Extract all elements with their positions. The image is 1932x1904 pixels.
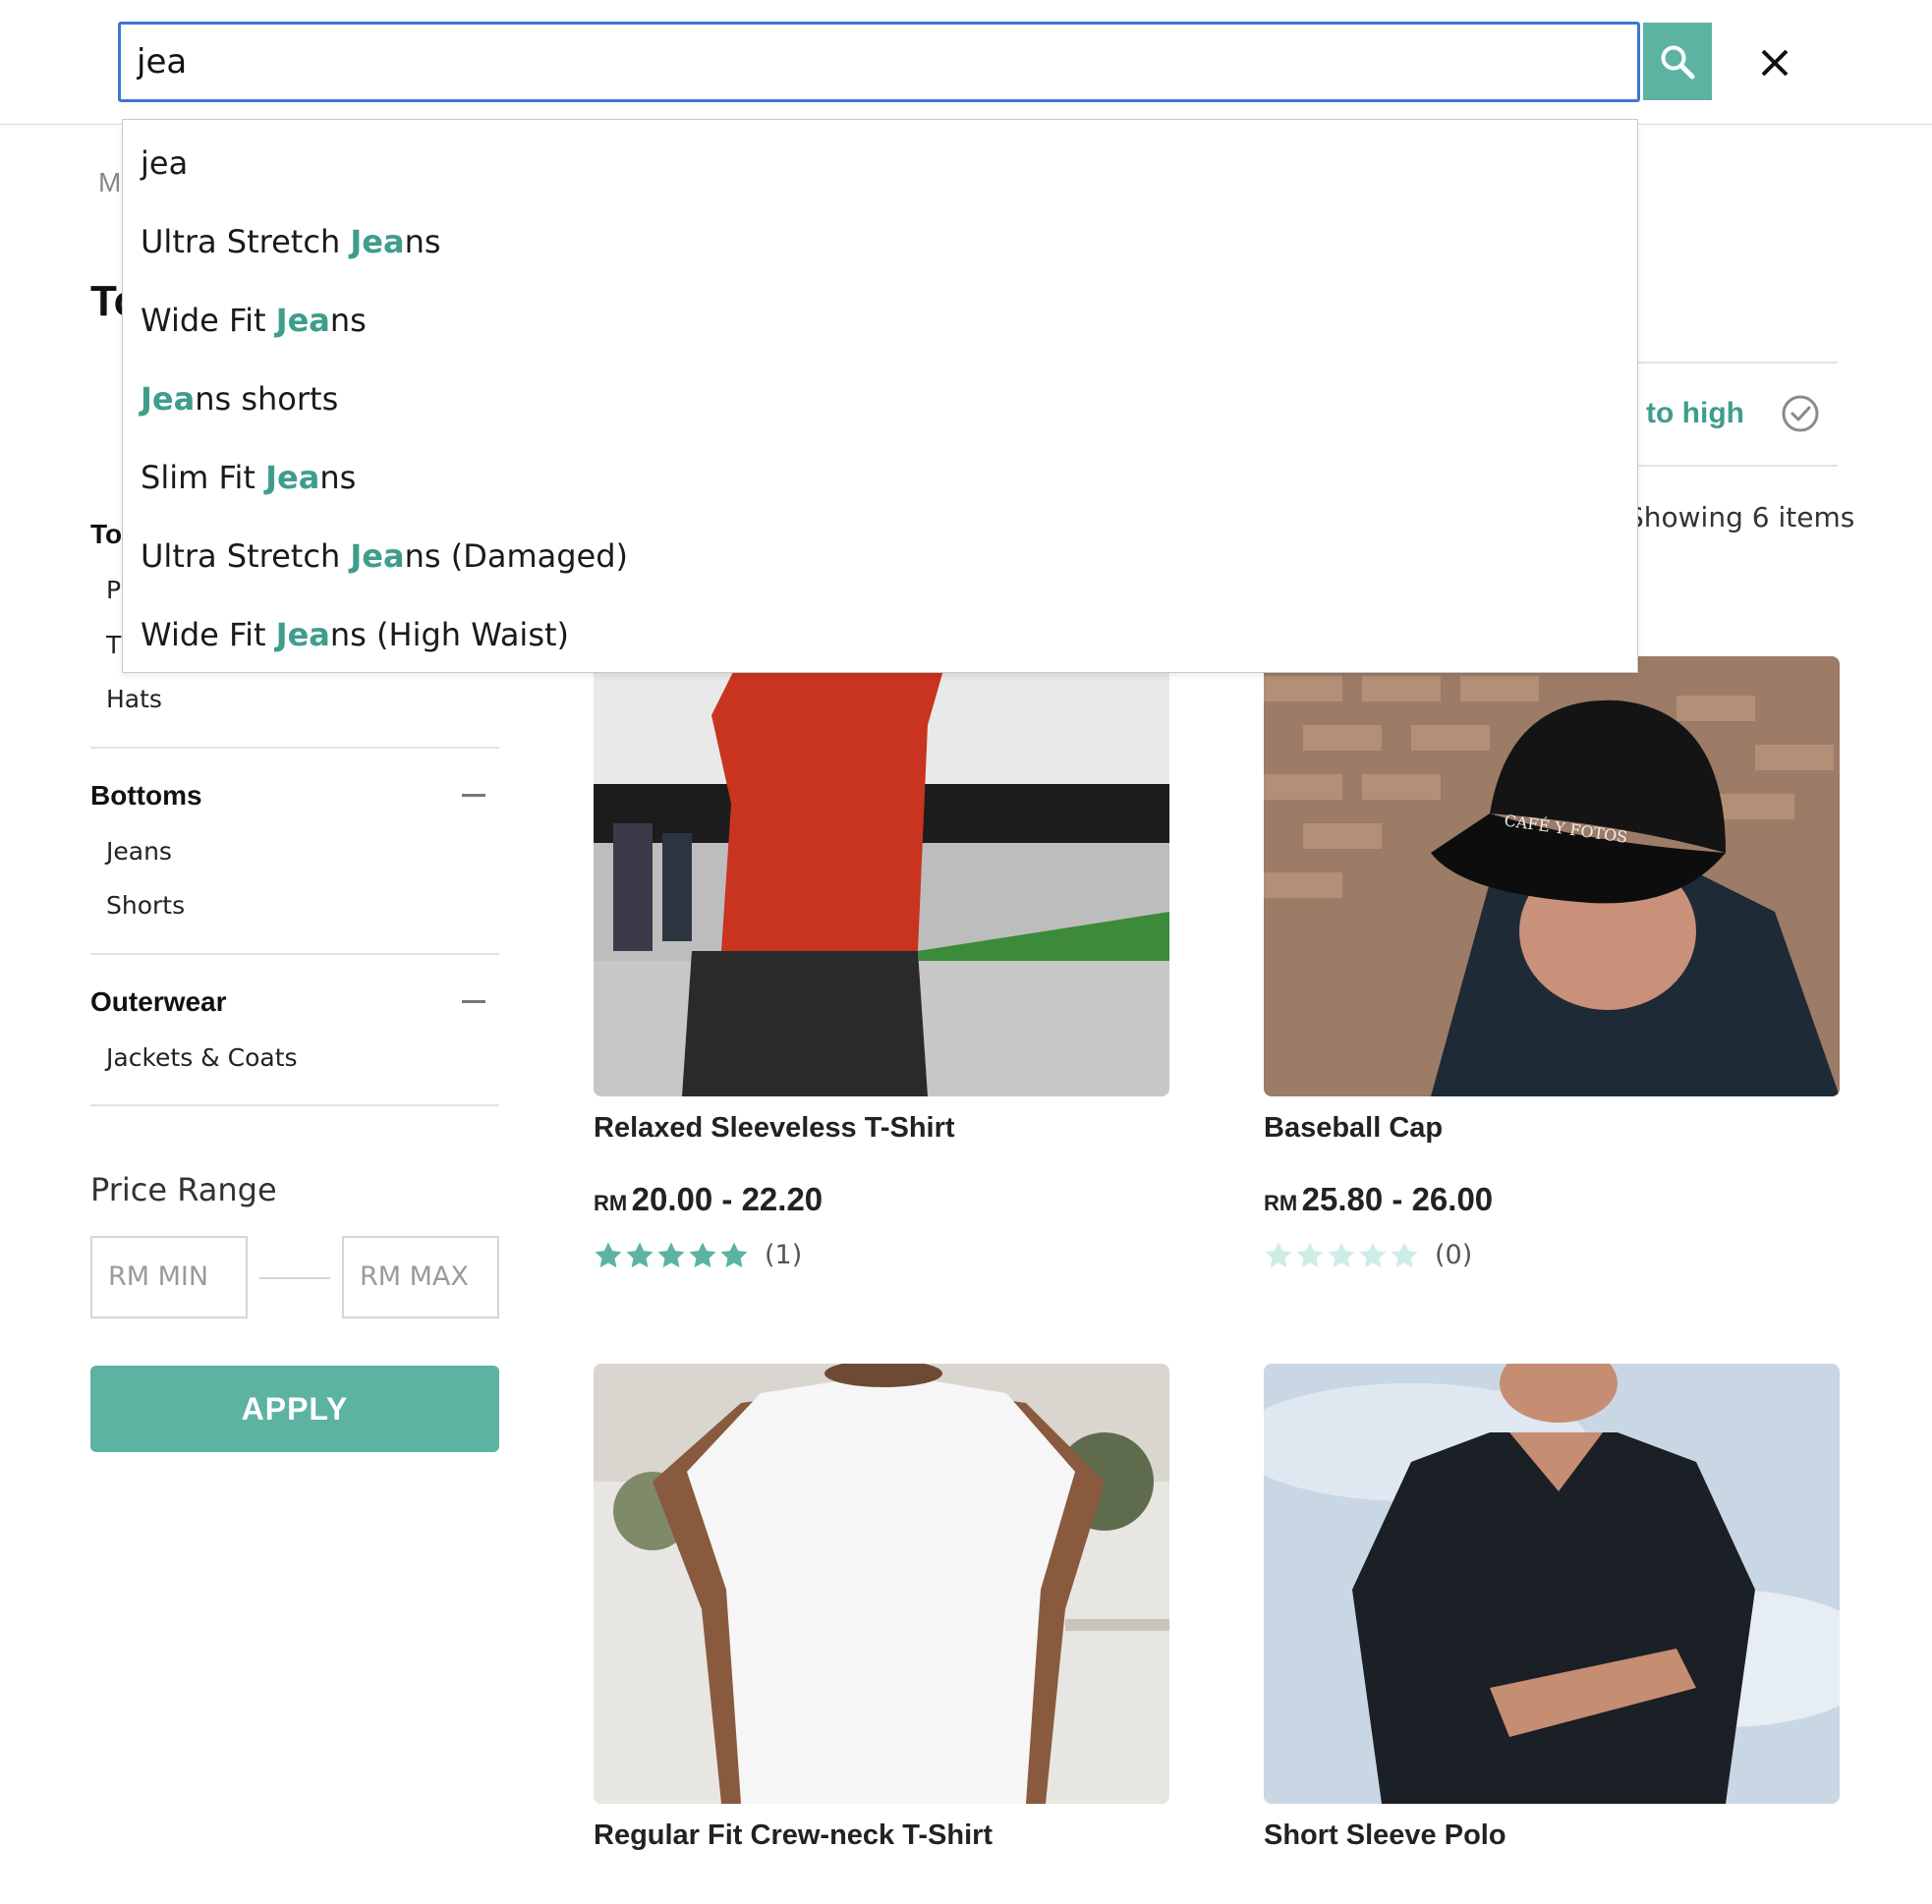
suggestion-text: jea — [141, 144, 189, 182]
category-item-hats[interactable]: Hats — [106, 685, 162, 713]
suggestion-match-highlight: Jea — [350, 223, 405, 260]
star-icon — [657, 1242, 685, 1267]
price-max-input[interactable]: RM MAX — [342, 1236, 499, 1318]
product-image[interactable] — [594, 1364, 1169, 1804]
price-min-input[interactable]: RM MIN — [90, 1236, 248, 1318]
product-rating: (1) — [594, 1240, 802, 1270]
category-item-jeans[interactable]: Jeans — [106, 837, 172, 866]
category-title-bottoms[interactable]: Bottoms — [90, 780, 202, 812]
divider — [90, 953, 499, 955]
sort-option-price-low-to-high[interactable]: v to high — [1621, 397, 1744, 430]
suggestion-text: Wide Fit — [141, 616, 276, 653]
currency-label: RM — [1264, 1191, 1298, 1215]
category-item-shorts[interactable]: Shorts — [106, 891, 185, 920]
suggestion-text: ns — [319, 459, 357, 496]
suggestion-text: Ultra Stretch — [141, 537, 351, 575]
product-price: RM 25.80 - 26.00 — [1264, 1181, 1493, 1218]
star-icon — [1391, 1242, 1418, 1267]
minus-icon[interactable] — [462, 1000, 485, 1003]
breadcrumb[interactable]: M — [98, 167, 121, 198]
product-image[interactable] — [594, 656, 1169, 1096]
category-title-tops[interactable]: To — [90, 519, 122, 550]
product-name[interactable]: Short Sleeve Polo — [1264, 1820, 1506, 1852]
price-range-title: Price Range — [90, 1171, 277, 1208]
star-icon — [626, 1242, 653, 1267]
divider — [90, 1104, 499, 1106]
suggestion-text: Slim Fit — [141, 459, 266, 496]
suggestion-text: ns — [404, 223, 441, 260]
category-item-jackets-coats[interactable]: Jackets & Coats — [106, 1043, 298, 1072]
search-suggestions-dropdown: jea Ultra Stretch Jeans Wide Fit Jeans J… — [122, 119, 1638, 673]
star-icon — [720, 1242, 748, 1267]
suggestion-match-highlight: Jea — [275, 616, 330, 653]
star-icon — [1359, 1242, 1387, 1267]
divider — [90, 747, 499, 749]
minus-icon[interactable] — [462, 794, 485, 797]
suggestion-match-highlight: Jea — [350, 537, 405, 575]
suggestion-item[interactable]: Wide Fit Jeans — [141, 291, 367, 350]
search-input[interactable] — [118, 22, 1640, 102]
product-price: RM 20.00 - 22.20 — [594, 1181, 823, 1218]
star-icon — [1265, 1242, 1292, 1267]
suggestion-match-highlight: Jea — [275, 302, 330, 339]
suggestion-text: ns (High Waist) — [329, 616, 570, 653]
apply-button[interactable]: APPLY — [90, 1366, 499, 1452]
product-name[interactable]: Regular Fit Crew-neck T-Shirt — [594, 1820, 993, 1852]
suggestion-text: ns shorts — [195, 380, 339, 418]
check-circle-icon[interactable] — [1781, 394, 1820, 433]
suggestion-item[interactable]: Jeans shorts — [141, 369, 338, 428]
search-button[interactable] — [1643, 23, 1712, 100]
product-name[interactable]: Baseball Cap — [1264, 1112, 1443, 1145]
suggestion-item[interactable]: jea — [141, 134, 188, 193]
suggestion-match-highlight: Jea — [265, 459, 320, 496]
product-image[interactable] — [1264, 1364, 1840, 1804]
suggestion-item[interactable]: Ultra Stretch Jeans (Damaged) — [141, 527, 628, 586]
product-rating: (0) — [1264, 1240, 1472, 1270]
product-name[interactable]: Relaxed Sleeveless T-Shirt — [594, 1112, 955, 1145]
product-image[interactable]: CAFÉ Y FOTOS — [1264, 656, 1840, 1096]
suggestion-text: ns (Damaged) — [404, 537, 629, 575]
price-separator — [259, 1277, 330, 1279]
search-icon — [1661, 45, 1695, 79]
currency-label: RM — [594, 1191, 628, 1215]
star-icon — [1296, 1242, 1324, 1267]
close-icon — [1761, 49, 1789, 77]
star-icon — [1328, 1242, 1355, 1267]
price-value: 20.00 - 22.20 — [631, 1181, 824, 1217]
suggestion-text: Wide Fit — [141, 302, 276, 339]
search-header — [0, 0, 1932, 125]
divider — [1635, 362, 1838, 364]
category-title-outerwear[interactable]: Outerwear — [90, 986, 227, 1018]
results-count: Showing 6 items — [1626, 501, 1855, 533]
suggestion-text: Ultra Stretch — [141, 223, 351, 260]
suggestion-text: ns — [329, 302, 367, 339]
suggestion-item[interactable]: Slim Fit Jeans — [141, 448, 356, 507]
category-item[interactable]: T — [106, 631, 121, 659]
close-search-button[interactable] — [1749, 37, 1800, 88]
star-icon — [595, 1242, 622, 1267]
review-count: (1) — [765, 1240, 803, 1270]
suggestion-item[interactable]: Wide Fit Jeans (High Waist) — [141, 605, 569, 664]
suggestion-item[interactable]: Ultra Stretch Jeans — [141, 212, 441, 271]
divider — [1635, 465, 1838, 467]
category-item[interactable]: P — [106, 576, 121, 604]
review-count: (0) — [1435, 1240, 1473, 1270]
price-value: 25.80 - 26.00 — [1301, 1181, 1494, 1217]
suggestion-match-highlight: Jea — [141, 380, 196, 418]
star-icon — [689, 1242, 716, 1267]
